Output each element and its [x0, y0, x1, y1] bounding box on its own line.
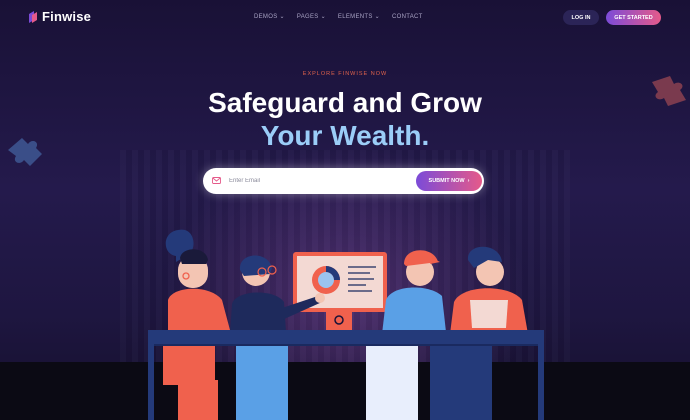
puzzle-piece-left-icon [8, 138, 42, 166]
team-meeting-illustration [8, 76, 686, 420]
monitor [293, 252, 387, 330]
puzzle-piece-right-icon [652, 76, 686, 106]
